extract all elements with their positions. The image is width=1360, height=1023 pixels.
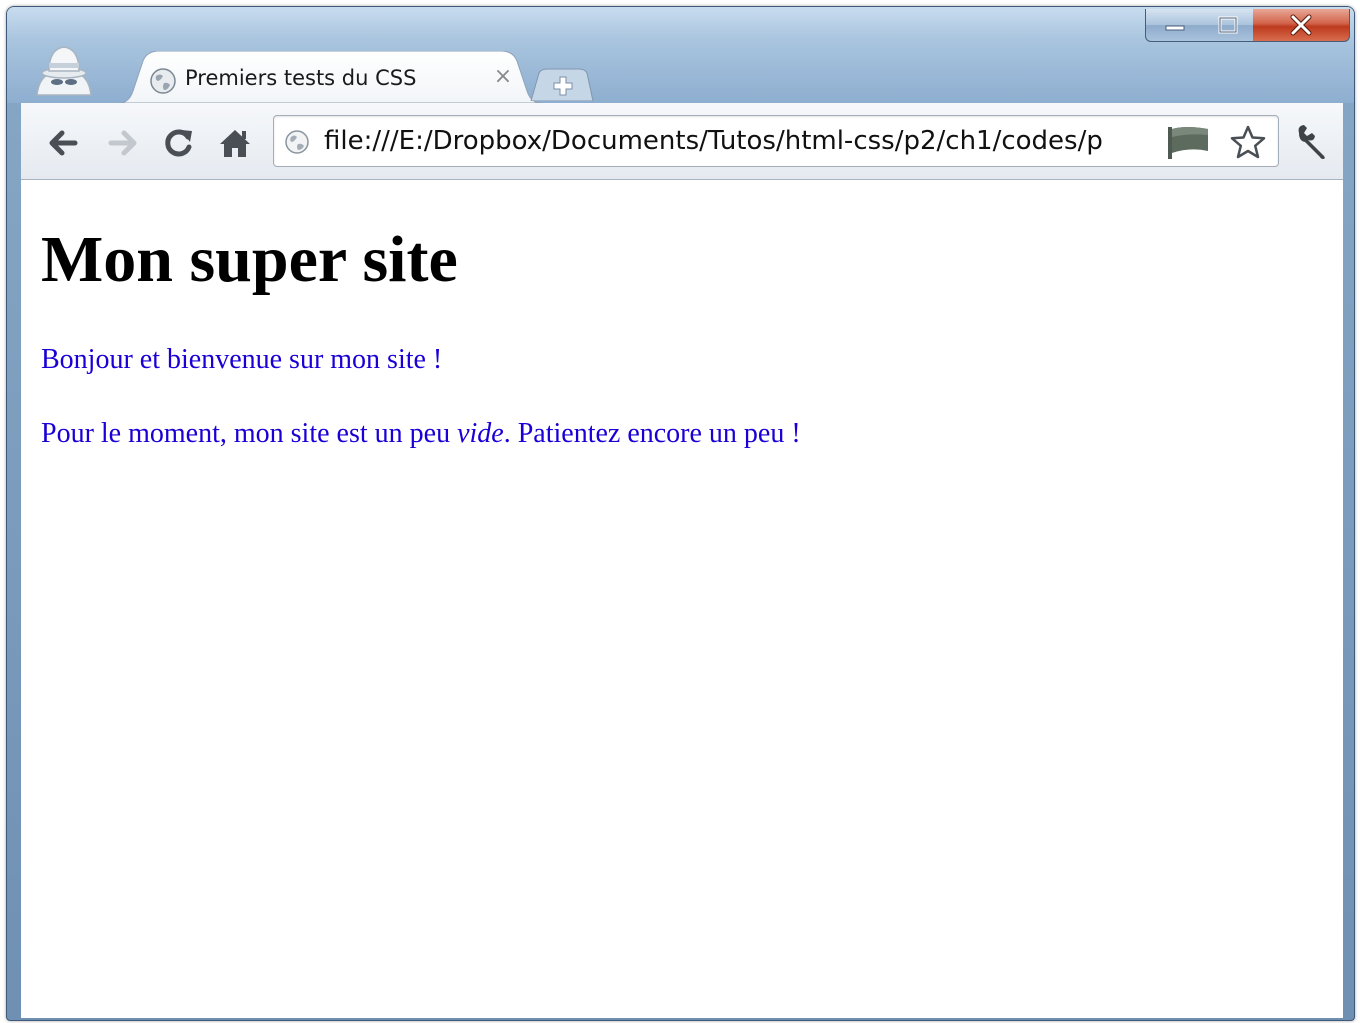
incognito-icon [36, 46, 92, 96]
page-heading: Mon super site [41, 223, 458, 296]
paragraph-status-end: . Patientez encore un peu ! [503, 418, 801, 449]
home-icon[interactable] [217, 125, 253, 161]
paragraph-status: Pour le moment, mon site est un peu vide… [41, 418, 801, 450]
close-icon [1290, 14, 1312, 36]
title-bar[interactable]: Premiers tests du CSS × [7, 7, 1354, 103]
wrench-icon[interactable] [1293, 123, 1331, 161]
minimize-button[interactable] [1145, 9, 1205, 42]
paragraph-status-start: Pour le moment, mon site est un peu [41, 418, 458, 449]
new-tab-button[interactable] [529, 67, 595, 101]
page-content: Mon super site Bonjour et bienvenue sur … [21, 180, 1343, 1018]
flag-icon[interactable] [1166, 125, 1212, 161]
forward-arrow-icon[interactable] [105, 125, 141, 161]
maximize-button[interactable] [1203, 9, 1254, 42]
globe-icon [150, 68, 176, 94]
url-text[interactable]: file:///E:/Dropbox/Documents/Tutos/html-… [324, 126, 1160, 156]
browser-window: Premiers tests du CSS × file:///E:/Dropb… [6, 6, 1355, 1021]
paragraph-welcome: Bonjour et bienvenue sur mon site ! [41, 344, 443, 375]
tab-active[interactable]: Premiers tests du CSS × [119, 51, 541, 103]
back-arrow-icon[interactable] [45, 125, 81, 161]
star-icon[interactable] [1230, 125, 1266, 159]
close-window-button[interactable] [1253, 9, 1350, 42]
address-bar[interactable]: file:///E:/Dropbox/Documents/Tutos/html-… [273, 115, 1279, 167]
tab-title: Premiers tests du CSS [185, 66, 417, 90]
restore-icon [1218, 16, 1238, 34]
window-controls [1145, 9, 1353, 53]
minimize-icon [1165, 25, 1185, 31]
page-info-icon[interactable] [284, 129, 310, 155]
tab-close-icon[interactable]: × [491, 65, 515, 89]
navigation-toolbar: file:///E:/Dropbox/Documents/Tutos/html-… [21, 103, 1343, 180]
reload-icon[interactable] [161, 125, 197, 161]
emphasis-vide: vide [457, 418, 504, 449]
